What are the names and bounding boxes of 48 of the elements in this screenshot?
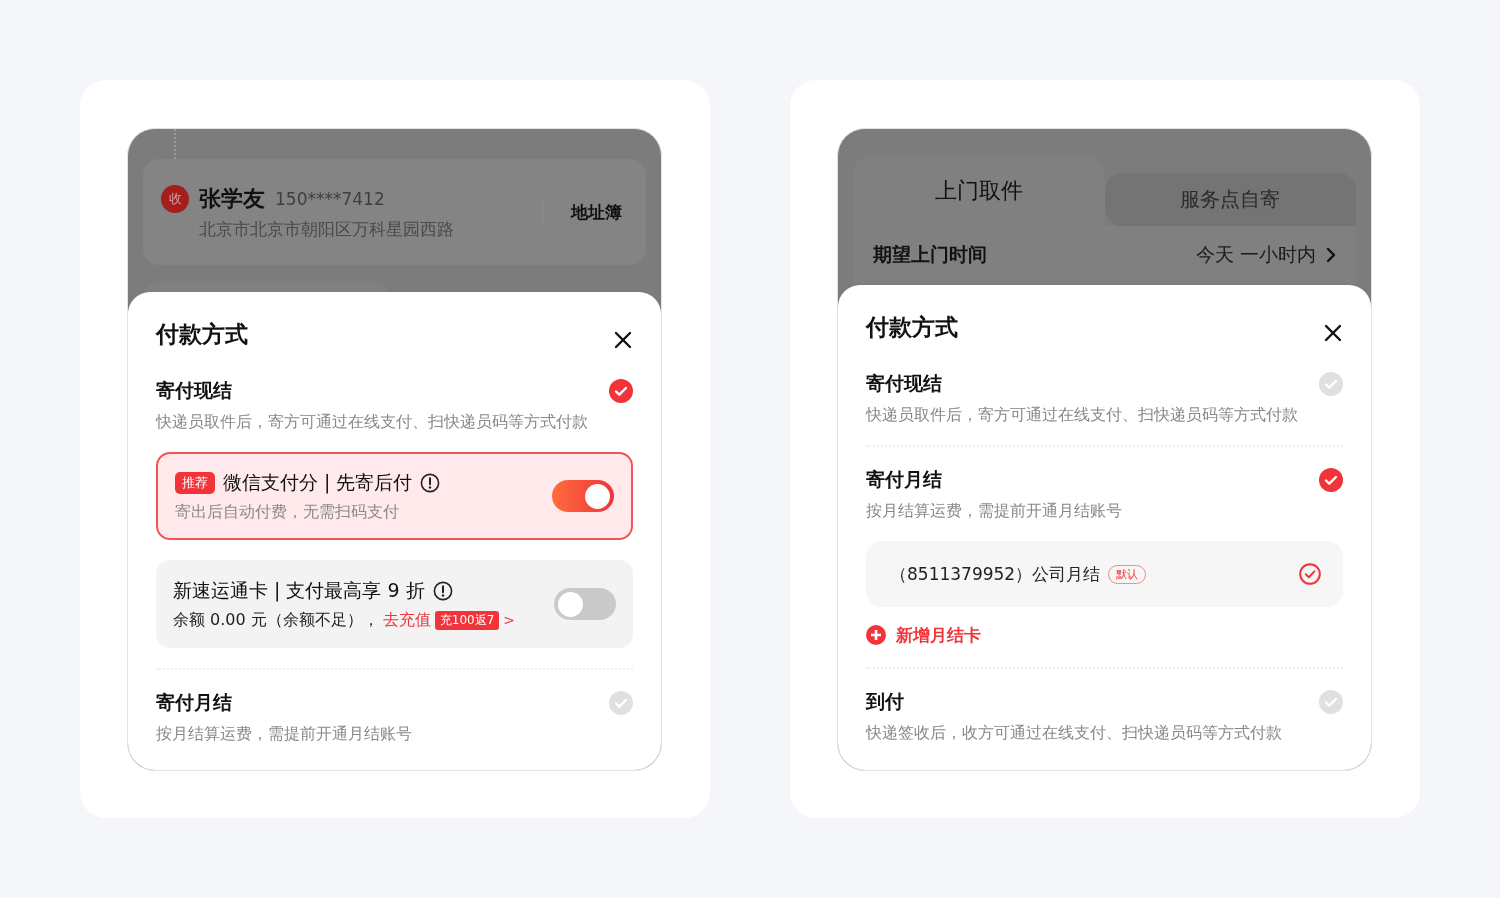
toggle-switch[interactable] (552, 480, 614, 512)
account-card[interactable]: （8511379952）公司月结 默认 (866, 541, 1343, 607)
option-description: 按月结算运费，需提前开通月结账号 (866, 501, 1123, 521)
method-title: 新速运通卡 | 支付最高享 9 折 (173, 577, 425, 604)
recipient-badge: 收 (161, 184, 189, 213)
option-title[interactable]: 寄付现结 (866, 371, 942, 397)
chevron-right-icon (1326, 247, 1336, 263)
option-title[interactable]: 到付 (866, 689, 904, 715)
close-button[interactable] (1323, 323, 1343, 343)
pickup-time-row[interactable]: 期望上门时间 今天 一小时内 (853, 226, 1356, 284)
recharge-link[interactable]: 去充值 (382, 609, 431, 631)
payment-method-card[interactable]: 推荐 微信支付分 | 先寄后付 寄出后自动付费，无需扫码支付 (156, 452, 633, 540)
method-description: 寄出后自动付费，无需扫码支付 (175, 501, 400, 523)
option-title[interactable]: 寄付月结 (866, 467, 942, 493)
check-circle-icon[interactable] (1299, 563, 1321, 585)
sheet-title: 付款方式 (866, 313, 958, 342)
option-description: 快递员取件后，寄方可通过在线支付、扫快递员码等方式付款 (866, 405, 1299, 425)
payment-method-card[interactable]: 新速运通卡 | 支付最高享 9 折 余额 0.00 元（余额不足）， 去充值 充100返7 > (156, 560, 633, 648)
option-title[interactable]: 寄付现结 (156, 378, 232, 404)
recipient-name: 张学友 (199, 184, 265, 213)
toggle-switch[interactable] (554, 588, 616, 620)
info-icon[interactable] (420, 472, 441, 493)
check-icon[interactable] (609, 691, 633, 715)
promo-tag: 充100返7 (434, 610, 500, 630)
check-icon[interactable] (609, 379, 633, 403)
address-book-link[interactable]: 地址簿 (571, 200, 622, 224)
option-description: 按月结算运费，需提前开通月结账号 (156, 724, 413, 744)
recipient-address: 北京市北京市朝阳区万科星园西路 (199, 217, 455, 241)
check-icon[interactable] (1319, 372, 1343, 396)
recharge-arrow[interactable]: > (503, 612, 516, 628)
recipient-phone: 150****7412 (275, 188, 385, 209)
balance-text: 余额 0.00 元（余额不足）， (173, 609, 379, 631)
check-icon[interactable] (1319, 690, 1343, 714)
option-description: 快递签收后，收方可通过在线支付、扫快递员码等方式付款 (866, 723, 1283, 743)
option-description: 快递员取件后，寄方可通过在线支付、扫快递员码等方式付款 (156, 412, 589, 432)
check-icon[interactable] (1319, 468, 1343, 492)
plus-icon (866, 625, 886, 645)
pickup-time-value: 今天 一小时内 (1195, 242, 1316, 267)
close-button[interactable] (613, 330, 633, 350)
pickup-time-label: 期望上门时间 (873, 242, 987, 267)
add-card-button[interactable]: 新增月结卡 (866, 623, 981, 647)
option-title[interactable]: 寄付月结 (156, 690, 232, 716)
info-icon[interactable] (432, 580, 453, 601)
method-title: 微信支付分 | 先寄后付 (223, 469, 413, 496)
recommend-tag: 推荐 (175, 471, 215, 494)
account-label: （8511379952）公司月结 (890, 562, 1101, 586)
tab[interactable]: 上门取件 (853, 156, 1105, 226)
sheet-title: 付款方式 (156, 320, 248, 349)
